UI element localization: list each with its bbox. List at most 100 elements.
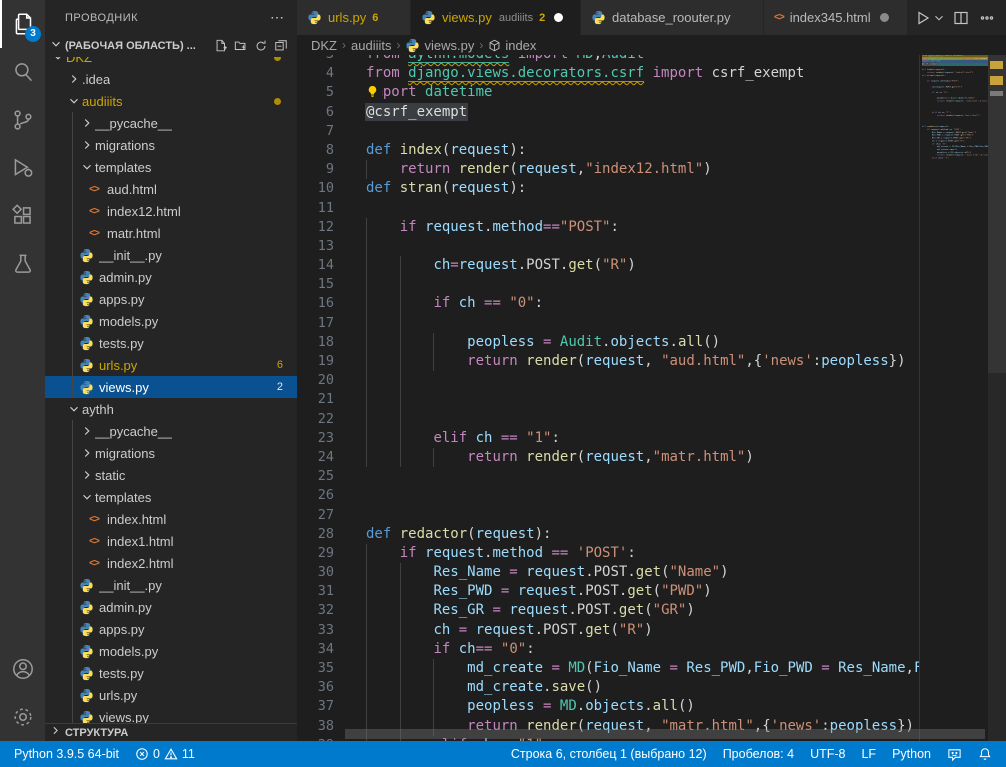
tree-folder-.idea[interactable]: .idea (45, 68, 297, 90)
activity-account[interactable] (0, 645, 45, 693)
tree-file-admin.py[interactable]: admin.py (45, 596, 297, 618)
sidebar-more-icon[interactable]: ⋯ (270, 9, 285, 26)
code-line-25[interactable]: 25 (297, 467, 919, 486)
tree-file-__init__.py[interactable]: __init__.py (45, 574, 297, 596)
breadcrumb-item-views.py[interactable]: views.py (405, 38, 474, 53)
code-line-12[interactable]: 12 if request.method=="POST": (297, 218, 919, 237)
horizontal-scrollbar[interactable] (345, 729, 985, 739)
activity-extensions[interactable] (0, 192, 45, 240)
tree-file-tests.py[interactable]: tests.py (45, 332, 297, 354)
overview-ruler[interactable] (988, 55, 1006, 741)
code-line-28[interactable]: 28def redactor(request): (297, 525, 919, 544)
code-line-13[interactable]: 13 (297, 237, 919, 256)
code-line-27[interactable]: 27 (297, 506, 919, 525)
eol[interactable]: LF (853, 741, 884, 767)
code-line-21[interactable]: 21 (297, 390, 919, 409)
scrollbar-slider[interactable] (988, 55, 1006, 373)
code-line-7[interactable]: 7 (297, 122, 919, 141)
code-line-14[interactable]: 14 ch=request.POST.get("R") (297, 256, 919, 275)
breadcrumb-item-DKZ[interactable]: DKZ (311, 38, 337, 53)
code-line-30[interactable]: 30 Res_Name = request.POST.get("Name") (297, 563, 919, 582)
tree-folder-templates[interactable]: templates (45, 486, 297, 508)
tree-file-index.html[interactable]: <>index.html (45, 508, 297, 530)
encoding[interactable]: UTF-8 (802, 741, 853, 767)
code-line-10[interactable]: 10def stran(request): (297, 179, 919, 198)
code-line-6[interactable]: 6@csrf_exempt (297, 103, 919, 122)
code-line-23[interactable]: 23 elif ch == "1": (297, 429, 919, 448)
tree-file-__init__.py[interactable]: __init__.py (45, 244, 297, 266)
code-line-33[interactable]: 33 ch = request.POST.get("R") (297, 621, 919, 640)
tree-file-urls.py[interactable]: urls.py6 (45, 354, 297, 376)
code-line-20[interactable]: 20 (297, 371, 919, 390)
code-line-4[interactable]: 4from django.views.decorators.csrf impor… (297, 64, 919, 83)
activity-explorer[interactable]: 3 (0, 0, 45, 48)
lightbulb-icon[interactable] (366, 84, 382, 101)
code-line-9[interactable]: 9 return render(request,"index12.html") (297, 160, 919, 179)
tab-database_roouter.py[interactable]: database_roouter.py (581, 0, 764, 35)
tree-file-apps.py[interactable]: apps.py (45, 618, 297, 640)
breadcrumb-item-audiiits[interactable]: audiiits (351, 38, 391, 53)
minimap[interactable]: from aythh.models import MD,Auditfrom dj… (922, 55, 988, 741)
code-line-16[interactable]: 16 if ch == "0": (297, 294, 919, 313)
run-icon[interactable] (912, 7, 934, 29)
tree-file-views.py[interactable]: views.py2 (45, 376, 297, 398)
code-line-36[interactable]: 36 md_create.save() (297, 678, 919, 697)
code-line-24[interactable]: 24 return render(request,"matr.html") (297, 448, 919, 467)
tree-folder-migrations[interactable]: migrations (45, 442, 297, 464)
run-dropdown-icon[interactable] (932, 7, 946, 29)
language-mode[interactable]: Python (884, 741, 939, 767)
tree-folder-audiiits[interactable]: audiiits (45, 90, 297, 112)
new-folder-icon[interactable] (231, 36, 251, 56)
tree-file-urls.py[interactable]: urls.py (45, 684, 297, 706)
activity-source-control[interactable] (0, 96, 45, 144)
code-editor[interactable]: 3from aythh.models import MD,Audit4from … (297, 55, 919, 741)
tree-file-admin.py[interactable]: admin.py (45, 266, 297, 288)
notifications-bell-icon[interactable] (970, 741, 1000, 767)
code-line-11[interactable]: 11 (297, 199, 919, 218)
tree-file-aud.html[interactable]: <>aud.html (45, 178, 297, 200)
activity-search[interactable] (0, 48, 45, 96)
tree-folder-templates[interactable]: templates (45, 156, 297, 178)
problems-status[interactable]: 0 11 (127, 741, 203, 767)
code-line-32[interactable]: 32 Res_GR = request.POST.get("GR") (297, 601, 919, 620)
code-line-15[interactable]: 15 (297, 275, 919, 294)
tree-folder-migrations[interactable]: migrations (45, 134, 297, 156)
tree-file-models.py[interactable]: models.py (45, 640, 297, 662)
tab-urls.py[interactable]: urls.py6 (297, 0, 411, 35)
indentation[interactable]: Пробелов: 4 (715, 741, 802, 767)
code-line-35[interactable]: 35 md_create = MD(Fio_Name = Res_PWD,Fio… (297, 659, 919, 678)
code-line-8[interactable]: 8def index(request): (297, 141, 919, 160)
python-interpreter[interactable]: Python 3.9.5 64-bit (6, 741, 127, 767)
activity-testing[interactable] (0, 240, 45, 288)
tree-file-matr.html[interactable]: <>matr.html (45, 222, 297, 244)
tree-file-index1.html[interactable]: <>index1.html (45, 530, 297, 552)
tree-file-index12.html[interactable]: <>index12.html (45, 200, 297, 222)
code-line-3[interactable]: 3from aythh.models import MD,Audit (297, 55, 919, 64)
tree-folder-aythh[interactable]: aythh (45, 398, 297, 420)
code-line-37[interactable]: 37 peopless = MD.objects.all() (297, 697, 919, 716)
refresh-icon[interactable] (251, 36, 271, 56)
tree-file-index2.html[interactable]: <>index2.html (45, 552, 297, 574)
code-line-31[interactable]: 31 Res_PWD = request.POST.get("PWD") (297, 582, 919, 601)
code-line-18[interactable]: 18 peopless = Audit.objects.all() (297, 333, 919, 352)
tree-file-tests.py[interactable]: tests.py (45, 662, 297, 684)
activity-settings[interactable] (0, 693, 45, 741)
tree-folder-__pycache__[interactable]: __pycache__ (45, 112, 297, 134)
split-editor-icon[interactable] (950, 7, 972, 29)
code-line-5[interactable]: 5import datetime (297, 83, 919, 102)
collapse-all-icon[interactable] (271, 36, 291, 56)
feedback-icon[interactable] (939, 741, 970, 767)
code-line-22[interactable]: 22 (297, 410, 919, 429)
tab-index345.html[interactable]: <>index345.html (764, 0, 908, 35)
tree-folder-__pycache__[interactable]: __pycache__ (45, 420, 297, 442)
tree-file-apps.py[interactable]: apps.py (45, 288, 297, 310)
tab-views.py[interactable]: views.pyaudiiits2 (411, 0, 581, 35)
more-actions-icon[interactable] (976, 7, 998, 29)
code-line-26[interactable]: 26 (297, 486, 919, 505)
code-line-34[interactable]: 34 if ch== "0": (297, 640, 919, 659)
code-line-17[interactable]: 17 (297, 314, 919, 333)
tree-file-models.py[interactable]: models.py (45, 310, 297, 332)
code-line-29[interactable]: 29 if request.method == 'POST': (297, 544, 919, 563)
cursor-position[interactable]: Строка 6, столбец 1 (выбрано 12) (503, 741, 715, 767)
code-line-19[interactable]: 19 return render(request, "aud.html",{'n… (297, 352, 919, 371)
